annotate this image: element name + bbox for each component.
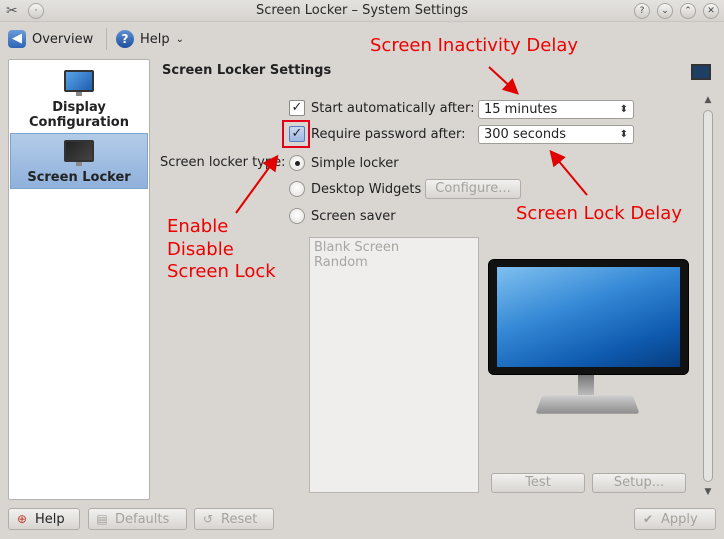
- screen-saver-preview: [488, 259, 689, 375]
- minimize-icon[interactable]: ⌄: [657, 3, 673, 19]
- list-item[interactable]: Blank Screen: [310, 240, 478, 255]
- title-bar: ✂ · Screen Locker – System Settings ? ⌄ …: [0, 0, 724, 22]
- require-password-checkbox[interactable]: ✓: [289, 126, 305, 142]
- help-window-icon[interactable]: ?: [634, 3, 650, 19]
- simple-locker-radio[interactable]: [289, 155, 305, 171]
- require-password-row: ✓ Require password after:: [289, 126, 466, 142]
- test-button[interactable]: Test: [491, 473, 585, 493]
- monitor-icon: [64, 70, 94, 96]
- defaults-button-label: Defaults: [115, 511, 170, 527]
- defaults-icon: ▤: [96, 512, 108, 526]
- annotation-enable-line1: Enable: [167, 216, 229, 237]
- overview-button[interactable]: ◀ Overview: [8, 26, 93, 52]
- screen-saver-list[interactable]: Blank Screen Random: [309, 237, 479, 493]
- scroll-down-icon[interactable]: ▼: [702, 486, 714, 498]
- apply-button-label: Apply: [661, 511, 698, 527]
- spin-arrows-icon[interactable]: ⬍: [620, 126, 628, 143]
- help-button-label: Help: [35, 511, 65, 527]
- sidebar: Display Configuration Screen Locker: [8, 59, 150, 500]
- lock-delay-spinbox[interactable]: 300 seconds ⬍: [478, 125, 634, 144]
- screen-saver-option[interactable]: Screen saver: [289, 208, 396, 224]
- option-label: Screen saver: [311, 208, 396, 224]
- help-lifebuoy-icon: ⊕: [16, 512, 28, 526]
- toolbar: ◀ Overview ? Help ⌄: [0, 22, 724, 56]
- configure-button[interactable]: Configure...: [425, 179, 521, 199]
- annotation-inactivity-delay: Screen Inactivity Delay: [370, 35, 579, 56]
- preview-monitor-stand: [578, 375, 594, 395]
- arrow-to-inactivity-delay: [488, 66, 519, 95]
- desktop-widgets-option[interactable]: Desktop Widgets: [289, 181, 421, 197]
- defaults-button[interactable]: ▤ Defaults: [88, 508, 187, 530]
- list-item[interactable]: Random: [310, 255, 478, 270]
- checkmark-icon: ✔: [642, 512, 654, 526]
- reset-button[interactable]: ↺ Reset: [194, 508, 274, 530]
- screen-saver-radio[interactable]: [289, 208, 305, 224]
- arrow-to-lock-delay: [549, 149, 588, 196]
- reset-icon: ↺: [202, 512, 214, 526]
- sidebar-item-label: Display: [52, 100, 106, 115]
- help-button[interactable]: ⊕ Help: [8, 508, 80, 530]
- option-label: Desktop Widgets: [311, 181, 422, 197]
- annotation-enable-line3: Screen Lock: [167, 261, 276, 282]
- screen-locker-type-label: Screen locker type:: [160, 155, 286, 170]
- scrollbar[interactable]: ▲ ▼: [700, 92, 716, 502]
- preview-monitor-base: [535, 395, 640, 414]
- overview-label: Overview: [32, 31, 94, 47]
- section-title: Screen Locker Settings: [162, 63, 332, 78]
- chevron-down-icon: ⌄: [175, 33, 185, 45]
- preview-screen: [497, 267, 680, 367]
- help-menu-button[interactable]: ? Help ⌄: [116, 26, 184, 52]
- help-label: Help: [140, 31, 170, 47]
- start-automatically-row: ✓ Start automatically after:: [289, 100, 475, 116]
- simple-locker-option[interactable]: Simple locker: [289, 155, 399, 171]
- close-icon[interactable]: ✕: [703, 3, 719, 19]
- start-automatically-checkbox[interactable]: ✓: [289, 100, 305, 116]
- lock-delay-value: 300 seconds: [484, 127, 567, 142]
- annotation-lock-delay: Screen Lock Delay: [516, 203, 682, 224]
- scroll-track[interactable]: [703, 110, 713, 482]
- require-password-label: Require password after:: [311, 126, 466, 142]
- maximize-icon[interactable]: ⌃: [680, 3, 696, 19]
- window-title: Screen Locker – System Settings: [255, 3, 469, 18]
- toolbar-separator: [106, 28, 107, 50]
- setup-button[interactable]: Setup...: [592, 473, 686, 493]
- inactivity-delay-value: 15 minutes: [484, 102, 558, 117]
- sidebar-item-label: Configuration: [29, 115, 129, 130]
- inactivity-delay-spinbox[interactable]: 15 minutes ⬍: [478, 100, 634, 119]
- sidebar-item-label: Screen Locker: [27, 170, 131, 185]
- screen-locker-module-icon: [691, 64, 711, 80]
- option-label: Simple locker: [311, 155, 399, 171]
- help-icon: ?: [116, 30, 134, 48]
- scroll-up-icon[interactable]: ▲: [702, 94, 714, 106]
- back-arrow-icon: ◀: [8, 30, 26, 48]
- spin-arrows-icon[interactable]: ⬍: [620, 101, 628, 118]
- sidebar-item-display-configuration[interactable]: Display Configuration: [10, 64, 148, 132]
- apply-button[interactable]: ✔ Apply: [634, 508, 716, 530]
- reset-button-label: Reset: [221, 511, 258, 527]
- sidebar-item-screen-locker[interactable]: Screen Locker: [10, 133, 148, 189]
- annotation-enable-line2: Disable: [167, 239, 234, 260]
- screen-locker-icon: [64, 140, 94, 166]
- desktop-widgets-radio[interactable]: [289, 181, 305, 197]
- start-automatically-label: Start automatically after:: [311, 100, 475, 116]
